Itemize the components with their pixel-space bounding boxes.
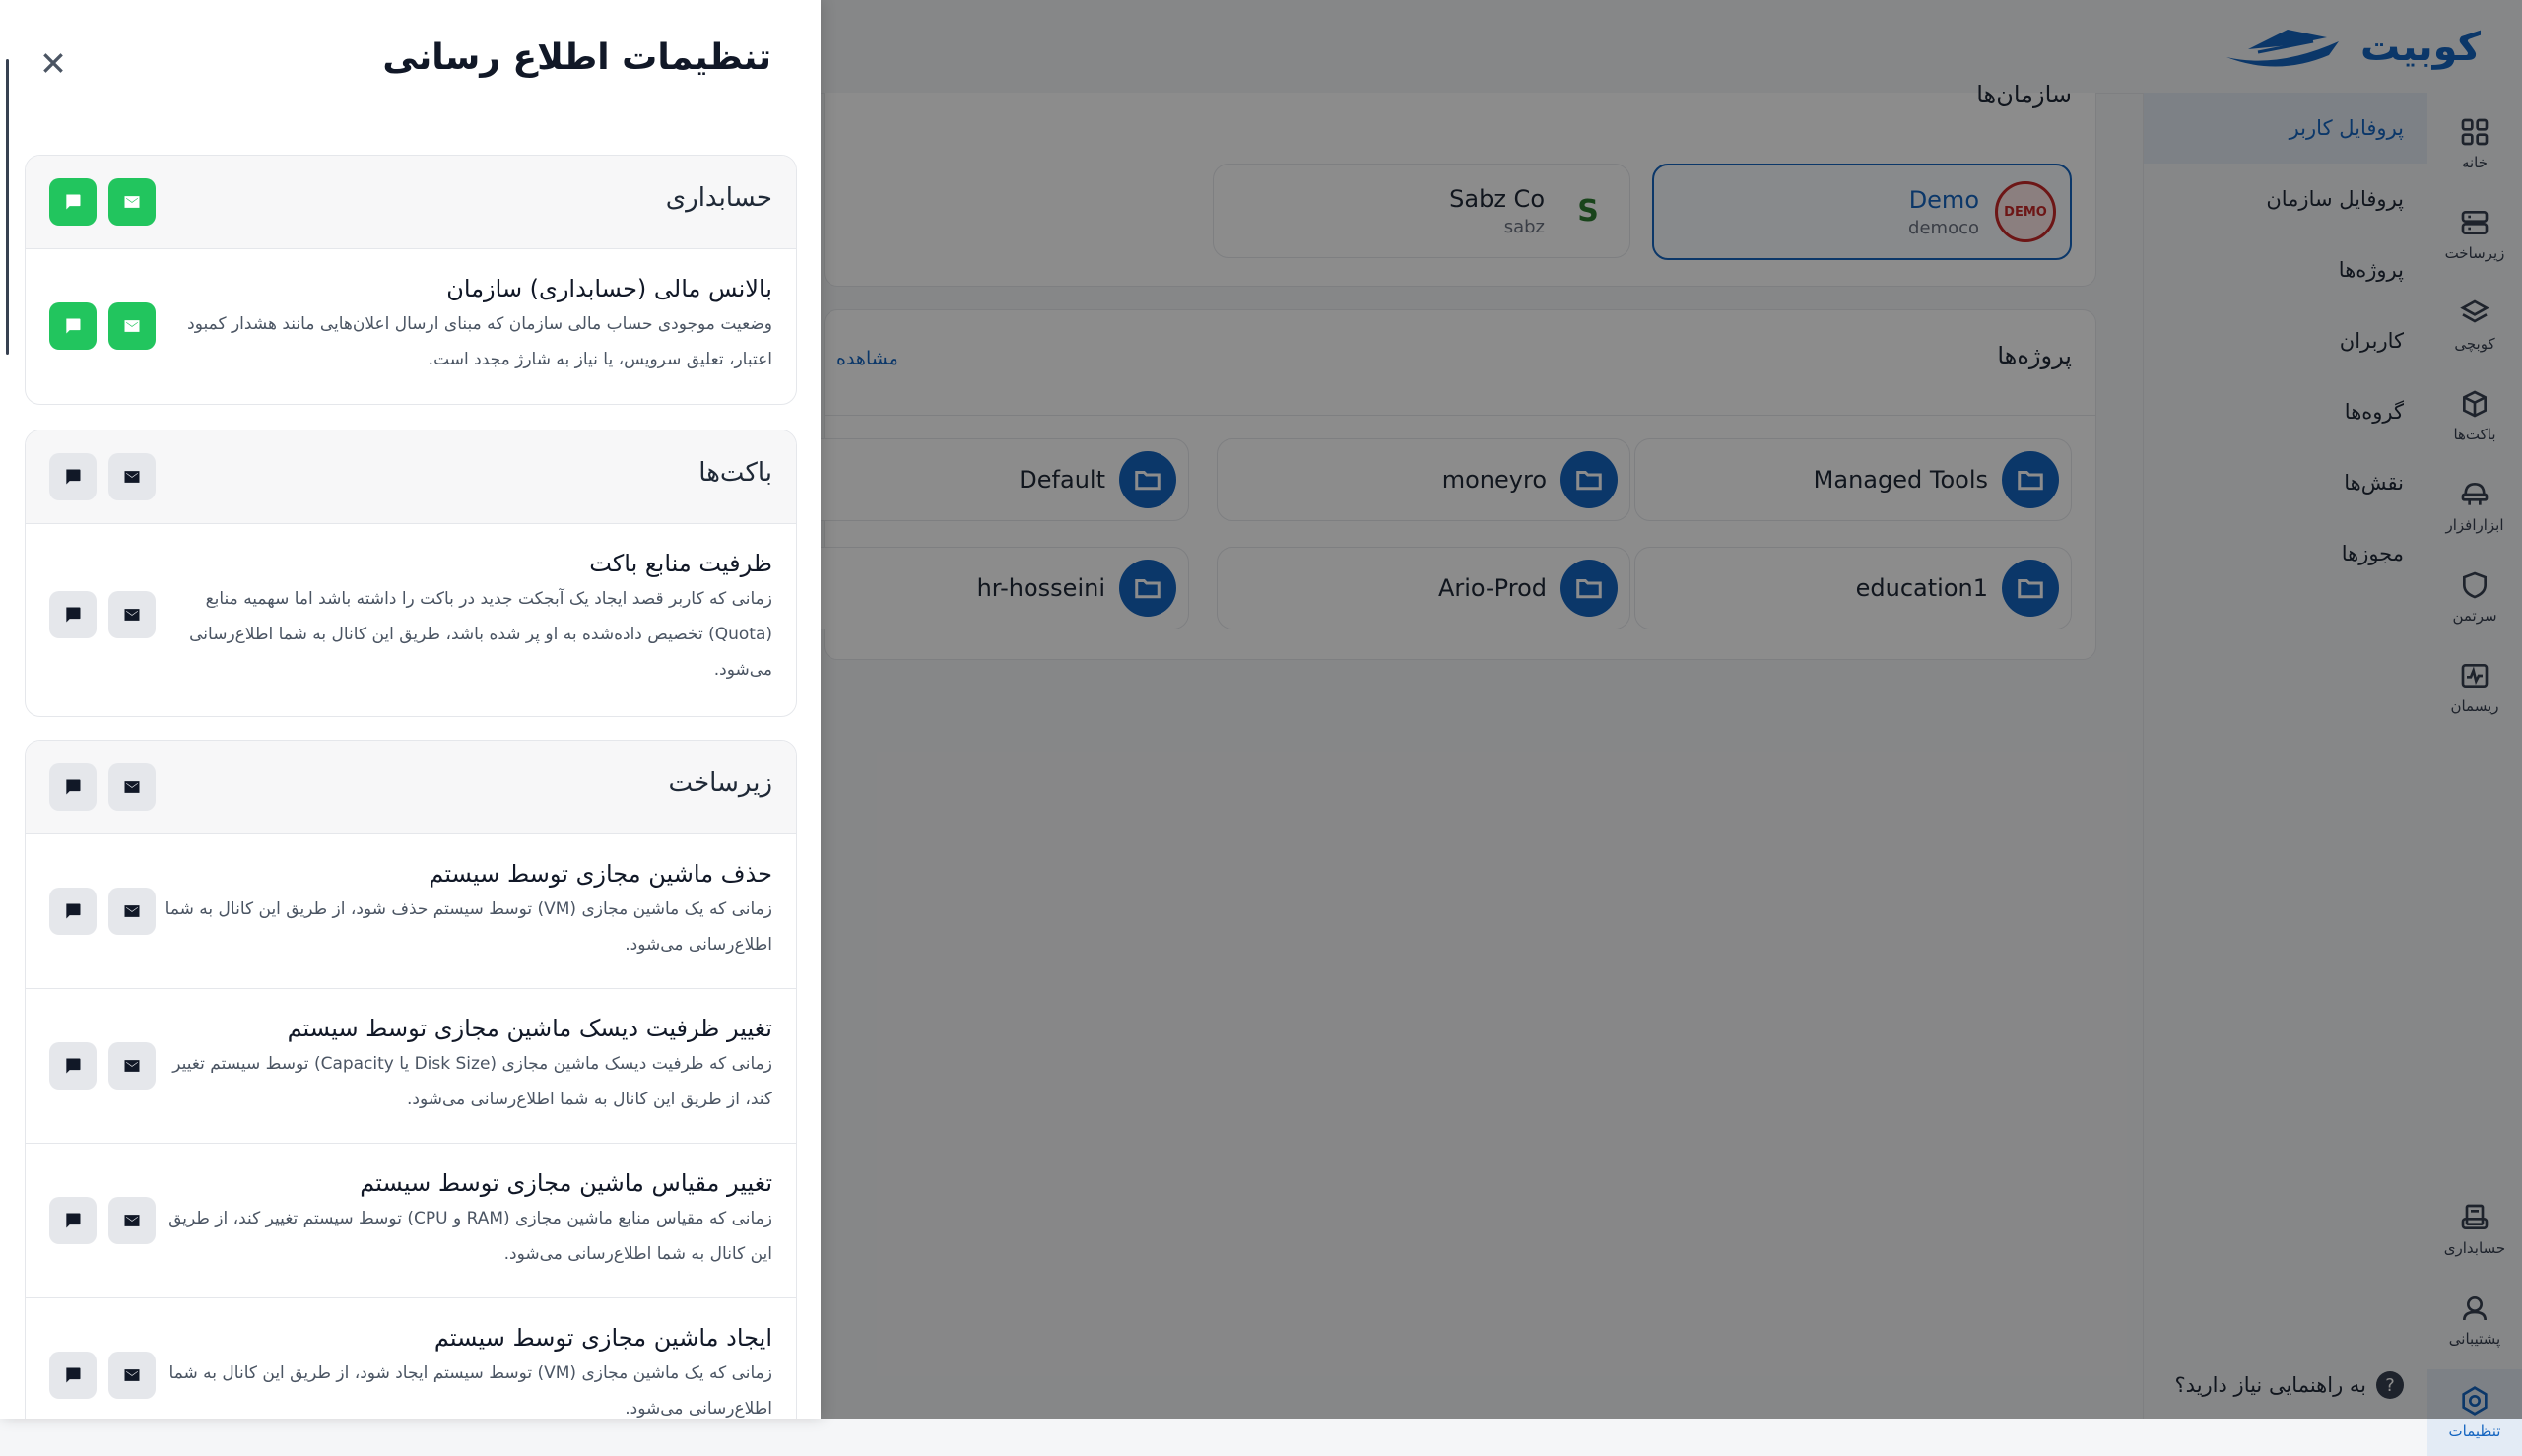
- message-icon: [66, 318, 81, 334]
- message-icon: [66, 1367, 81, 1383]
- envelope-icon: [124, 320, 140, 332]
- notification-group-buckets: باکت‌ها ظرفیت منابع باکت زمانی که کاربر …: [25, 430, 797, 717]
- notification-item: تغییر مقیاس ماشین مجازی توسط سیستم زمانی…: [26, 1144, 796, 1298]
- envelope-icon: [124, 1369, 140, 1381]
- notification-item: حذف ماشین مجازی توسط سیستم زمانی که یک م…: [26, 834, 796, 989]
- drawer-scrollbar[interactable]: [6, 59, 9, 355]
- notification-item: ایجاد ماشین مجازی توسط سیستم زمانی که یک…: [26, 1298, 796, 1419]
- item-description: زمانی که یک ماشین مجازی (VM) توسط سیستم …: [168, 1363, 772, 1419]
- envelope-icon: [124, 609, 140, 621]
- message-icon: [66, 1058, 81, 1074]
- group-title: زیرساخت: [668, 768, 772, 798]
- message-icon: [66, 1213, 81, 1228]
- group-email-toggle[interactable]: [108, 178, 156, 226]
- item-email-toggle[interactable]: [108, 302, 156, 350]
- item-title: ایجاد ماشین مجازی توسط سیستم: [433, 1324, 772, 1352]
- item-email-toggle[interactable]: [108, 1197, 156, 1244]
- notification-item: تغییر ظرفیت دیسک ماشین مجازی توسط سیستم …: [26, 989, 796, 1144]
- drawer-title: تنظیمات اطلاع رسانی: [382, 37, 771, 78]
- item-email-toggle[interactable]: [108, 591, 156, 638]
- message-icon: [66, 607, 81, 623]
- item-description: وضعیت موجودی حساب مالی سازمان که مبنای ا…: [187, 314, 772, 369]
- item-email-toggle[interactable]: [108, 1042, 156, 1090]
- notification-item: بالانس مالی (حسابداری) سازمان وضعیت موجو…: [26, 249, 796, 403]
- close-icon: [43, 53, 63, 73]
- item-description: زمانی که مقیاس منابع ماشین مجازی (RAM و …: [168, 1209, 772, 1264]
- envelope-icon: [124, 1060, 140, 1072]
- message-icon: [66, 903, 81, 919]
- rail-label: تنظیمات: [2448, 1423, 2501, 1440]
- item-description: زمانی که ظرفیت دیسک ماشین مجازی (Disk Si…: [172, 1054, 772, 1109]
- item-description: زمانی که یک ماشین مجازی (VM) توسط سیستم …: [165, 899, 772, 955]
- item-title: تغییر مقیاس ماشین مجازی توسط سیستم: [360, 1169, 772, 1197]
- item-sms-toggle[interactable]: [49, 1042, 97, 1090]
- envelope-icon: [124, 1215, 140, 1226]
- group-sms-toggle[interactable]: [49, 453, 97, 500]
- item-description: زمانی که کاربر قصد ایجاد یک آبجکت جدید د…: [189, 589, 772, 680]
- group-email-toggle[interactable]: [108, 763, 156, 811]
- item-title: ظرفیت منابع باکت: [589, 550, 772, 577]
- close-button[interactable]: [33, 43, 73, 83]
- envelope-icon: [124, 905, 140, 917]
- envelope-icon: [124, 471, 140, 483]
- notification-item: ظرفیت منابع باکت زمانی که کاربر قصد ایجا…: [26, 524, 796, 715]
- message-icon: [66, 469, 81, 485]
- item-email-toggle[interactable]: [108, 888, 156, 935]
- item-title: بالانس مالی (حسابداری) سازمان: [446, 275, 772, 302]
- message-icon: [66, 779, 81, 795]
- group-title: باکت‌ها: [698, 458, 772, 488]
- item-sms-toggle[interactable]: [49, 591, 97, 638]
- envelope-icon: [124, 781, 140, 793]
- group-title: حسابداری: [665, 183, 772, 213]
- item-title: تغییر ظرفیت دیسک ماشین مجازی توسط سیستم: [287, 1015, 772, 1042]
- item-sms-toggle[interactable]: [49, 1197, 97, 1244]
- notification-group-infrastructure: زیرساخت حذف ماشین مجازی توسط سیستم زمانی…: [25, 740, 797, 1419]
- message-icon: [66, 194, 81, 210]
- item-sms-toggle[interactable]: [49, 888, 97, 935]
- envelope-icon: [124, 196, 140, 208]
- notification-group-accounting: حسابداری بالانس مالی (حسابداری) سازمان و…: [25, 155, 797, 405]
- item-title: حذف ماشین مجازی توسط سیستم: [429, 860, 772, 888]
- group-sms-toggle[interactable]: [49, 178, 97, 226]
- group-sms-toggle[interactable]: [49, 763, 97, 811]
- group-email-toggle[interactable]: [108, 453, 156, 500]
- item-sms-toggle[interactable]: [49, 1352, 97, 1399]
- notification-settings-drawer: تنظیمات اطلاع رسانی حسابداری بالانس مالی…: [0, 0, 821, 1419]
- item-email-toggle[interactable]: [108, 1352, 156, 1399]
- item-sms-toggle[interactable]: [49, 302, 97, 350]
